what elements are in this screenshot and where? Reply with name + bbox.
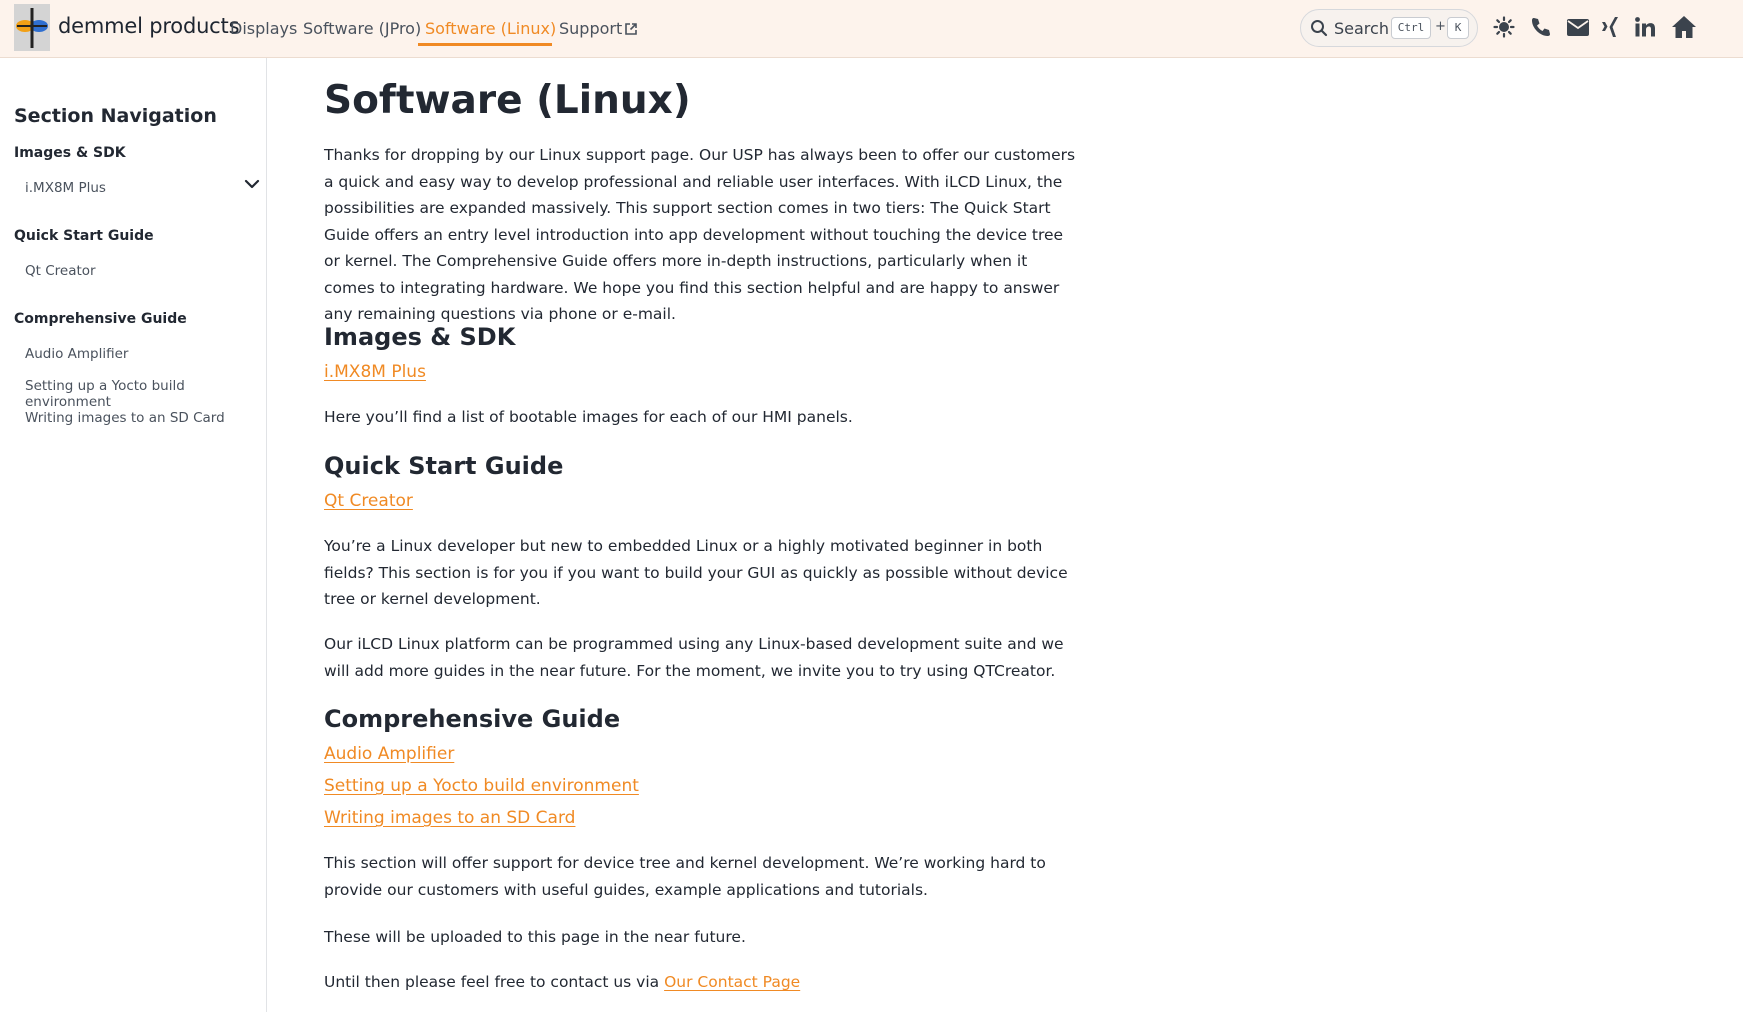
sidebar-item-audio-amplifier[interactable]: Audio Amplifier — [25, 346, 128, 362]
paragraph-comprehensive-2: These will be uploaded to this page in t… — [324, 928, 746, 946]
sidebar-item-imx8m-plus[interactable]: i.MX8M Plus — [25, 180, 106, 196]
paragraph-quick-start-1: You’re a Linux developer but new to embe… — [324, 537, 1068, 608]
link-audio-amplifier[interactable]: Audio Amplifier — [324, 744, 454, 764]
paragraph-comprehensive-1: This section will offer support for devi… — [324, 854, 1046, 899]
sidebar-item-yocto[interactable]: Setting up a Yocto build environment — [25, 378, 266, 410]
sidebar-group-images-sdk[interactable]: Images & SDK — [14, 145, 126, 161]
phone-icon[interactable] — [1530, 16, 1552, 38]
paragraph-quick-start-2: Our iLCD Linux platform can be programme… — [324, 635, 1064, 680]
chevron-down-icon[interactable] — [244, 179, 260, 189]
kbd-ctrl: Ctrl — [1391, 17, 1431, 39]
nav-support[interactable]: Support — [559, 19, 638, 38]
section-navigation: Section Navigation Images & SDK i.MX8M P… — [0, 58, 267, 1012]
xing-icon[interactable] — [1601, 16, 1619, 38]
active-nav-underline — [418, 43, 552, 46]
section-navigation-title: Section Navigation — [14, 105, 217, 127]
link-sd-card[interactable]: Writing images to an SD Card — [324, 808, 575, 828]
home-icon[interactable] — [1671, 15, 1697, 39]
search-label: Search — [1334, 19, 1389, 38]
search-icon — [1311, 20, 1328, 37]
heading-images-sdk: Images & SDK — [324, 323, 516, 351]
intro-paragraph: Thanks for dropping by our Linux support… — [324, 146, 1076, 323]
linkedin-icon[interactable] — [1634, 16, 1656, 38]
paragraph-images-sdk: Here you’ll find a list of bootable imag… — [324, 408, 853, 426]
contact-text: Until then please feel free to contact u… — [324, 973, 660, 991]
logo[interactable] — [14, 4, 50, 51]
sidebar-item-sd-card[interactable]: Writing images to an SD Card — [25, 410, 225, 426]
sidebar-group-comprehensive[interactable]: Comprehensive Guide — [14, 311, 187, 327]
paragraph-contact: Until then please feel free to contact u… — [324, 969, 1076, 996]
top-navbar: demmel products Displays Software (JPro)… — [0, 0, 1743, 58]
link-yocto[interactable]: Setting up a Yocto build environment — [324, 776, 639, 796]
logo-icon — [16, 8, 48, 48]
link-qt-creator[interactable]: Qt Creator — [324, 491, 413, 511]
nav-displays[interactable]: Displays — [230, 19, 297, 38]
nav-software-linux[interactable]: Software (Linux) — [425, 19, 556, 38]
kbd-plus: + — [1435, 19, 1446, 34]
kbd-k: K — [1447, 17, 1469, 39]
search-button[interactable]: Search Ctrl + K — [1300, 9, 1478, 47]
theme-toggle-icon[interactable] — [1493, 16, 1515, 38]
sidebar-item-qt-creator[interactable]: Qt Creator — [25, 263, 96, 279]
sidebar-group-quick-start[interactable]: Quick Start Guide — [14, 228, 154, 244]
link-contact-page[interactable]: Our Contact Page — [664, 973, 800, 991]
heading-quick-start: Quick Start Guide — [324, 452, 564, 480]
envelope-icon[interactable] — [1566, 18, 1590, 37]
link-imx8m-plus[interactable]: i.MX8M Plus — [324, 362, 426, 382]
brand-name[interactable]: demmel products — [58, 14, 240, 38]
page-title: Software (Linux) — [324, 78, 691, 123]
nav-support-label: Support — [559, 19, 623, 38]
heading-comprehensive: Comprehensive Guide — [324, 705, 621, 733]
external-link-icon — [625, 23, 638, 35]
nav-software-jpro[interactable]: Software (JPro) — [303, 19, 421, 38]
